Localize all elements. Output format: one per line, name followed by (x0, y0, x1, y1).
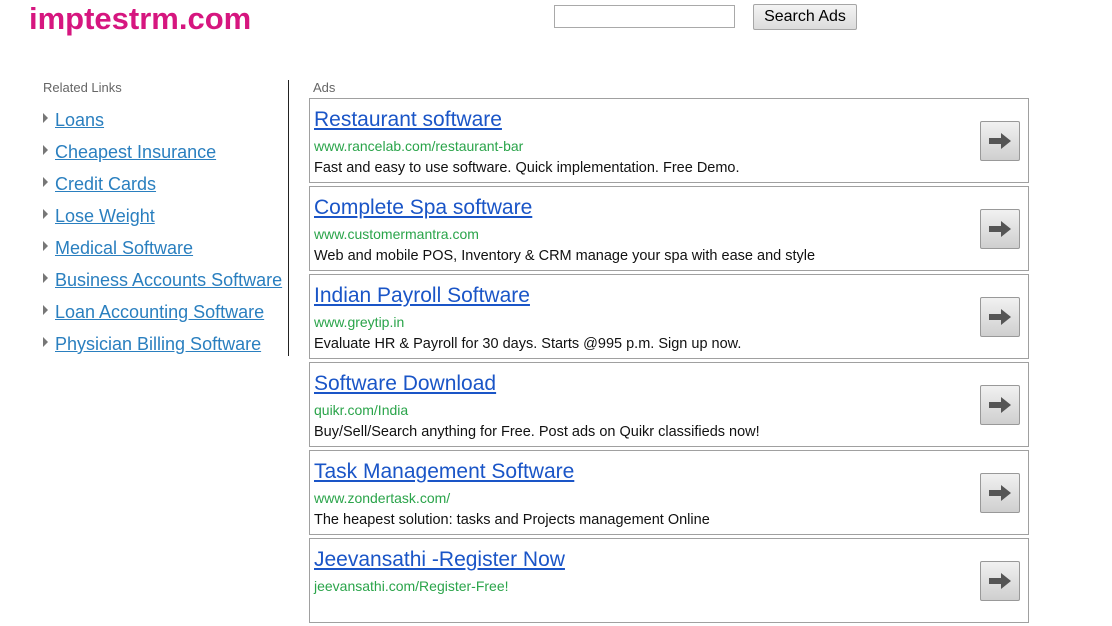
related-link-business-accounts-software[interactable]: Business Accounts Software (55, 270, 282, 290)
list-item: Business Accounts Software (41, 268, 282, 300)
right-arrow-icon (989, 309, 1011, 325)
ad-description: Web and mobile POS, Inventory & CRM mana… (314, 248, 816, 264)
triangle-bullet-icon (43, 241, 48, 251)
ad-title-link[interactable]: Indian Payroll Software (314, 284, 530, 308)
ad-go-button[interactable] (980, 473, 1020, 513)
related-link-lose-weight[interactable]: Lose Weight (55, 206, 155, 226)
ad-title-link[interactable]: Software Download (314, 372, 496, 396)
ad-item: Jeevansathi -Register Now jeevansathi.co… (309, 538, 1029, 623)
triangle-bullet-icon (43, 145, 48, 155)
ad-item: Indian Payroll Software www.greytip.in E… (309, 274, 1029, 359)
ads-list: Restaurant software www.rancelab.com/res… (309, 98, 1029, 626)
related-link-credit-cards[interactable]: Credit Cards (55, 174, 156, 194)
right-arrow-icon (989, 221, 1011, 237)
search-input[interactable] (554, 5, 735, 28)
list-item: Loan Accounting Software (41, 300, 282, 332)
related-link-medical-software[interactable]: Medical Software (55, 238, 193, 258)
ad-url[interactable]: quikr.com/India (314, 402, 408, 418)
site-logo[interactable]: imptestrm.com (29, 0, 251, 38)
list-item: Lose Weight (41, 204, 282, 236)
ad-item: Task Management Software www.zondertask.… (309, 450, 1029, 535)
list-item: Cheapest Insurance (41, 140, 282, 172)
list-item: Loans (41, 108, 282, 140)
ad-description: Evaluate HR & Payroll for 30 days. Start… (314, 336, 742, 352)
ad-url[interactable]: www.rancelab.com/restaurant-bar (314, 138, 523, 154)
ad-url[interactable]: www.zondertask.com/ (314, 490, 450, 506)
right-arrow-icon (989, 485, 1011, 501)
related-link-loans[interactable]: Loans (55, 110, 104, 130)
ad-item: Complete Spa software www.customermantra… (309, 186, 1029, 271)
ad-go-button[interactable] (980, 121, 1020, 161)
ad-description: The heapest solution: tasks and Projects… (314, 512, 710, 528)
ad-url[interactable]: www.customermantra.com (314, 226, 479, 242)
related-link-physician-billing-software[interactable]: Physician Billing Software (55, 334, 261, 354)
related-link-loan-accounting-software[interactable]: Loan Accounting Software (55, 302, 264, 322)
ad-description: Buy/Sell/Search anything for Free. Post … (314, 424, 760, 440)
ad-go-button[interactable] (980, 385, 1020, 425)
triangle-bullet-icon (43, 273, 48, 283)
column-divider (288, 80, 289, 356)
right-arrow-icon (989, 573, 1011, 589)
right-arrow-icon (989, 133, 1011, 149)
ads-heading: Ads (313, 80, 336, 95)
ad-item: Software Download quikr.com/India Buy/Se… (309, 362, 1029, 447)
related-links-list: Loans Cheapest Insurance Credit Cards Lo… (41, 108, 282, 364)
ad-title-link[interactable]: Task Management Software (314, 460, 574, 484)
related-link-cheapest-insurance[interactable]: Cheapest Insurance (55, 142, 216, 162)
list-item: Medical Software (41, 236, 282, 268)
ad-url[interactable]: www.greytip.in (314, 314, 404, 330)
ad-title-link[interactable]: Jeevansathi -Register Now (314, 548, 565, 572)
ad-title-link[interactable]: Complete Spa software (314, 196, 532, 220)
ad-title-link[interactable]: Restaurant software (314, 108, 502, 132)
related-links-heading: Related Links (43, 80, 122, 95)
list-item: Physician Billing Software (41, 332, 282, 364)
triangle-bullet-icon (43, 177, 48, 187)
ad-item: Restaurant software www.rancelab.com/res… (309, 98, 1029, 183)
triangle-bullet-icon (43, 113, 48, 123)
triangle-bullet-icon (43, 305, 48, 315)
triangle-bullet-icon (43, 209, 48, 219)
ad-go-button[interactable] (980, 297, 1020, 337)
list-item: Credit Cards (41, 172, 282, 204)
ad-go-button[interactable] (980, 209, 1020, 249)
search-ads-button[interactable]: Search Ads (753, 4, 857, 30)
right-arrow-icon (989, 397, 1011, 413)
ad-url[interactable]: jeevansathi.com/Register-Free! (314, 578, 509, 594)
ad-description: Fast and easy to use software. Quick imp… (314, 160, 740, 176)
ad-go-button[interactable] (980, 561, 1020, 601)
triangle-bullet-icon (43, 337, 48, 347)
